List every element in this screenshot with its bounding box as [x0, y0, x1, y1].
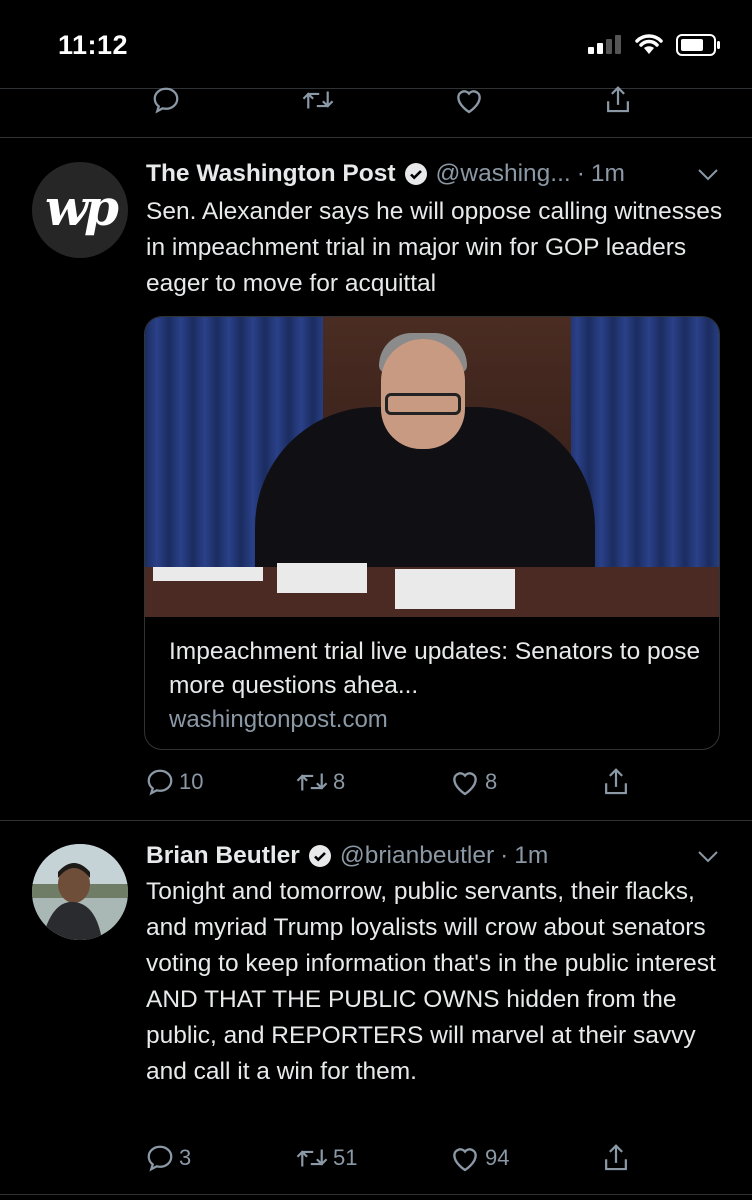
reply-button[interactable]: 10: [145, 762, 203, 802]
verified-icon: [404, 163, 427, 185]
tweet-time: 1m: [514, 842, 549, 869]
retweet-button[interactable]: 51: [295, 1138, 357, 1178]
reply-icon: [147, 769, 173, 796]
tweet-header: The Washington Post @washing... · 1m: [146, 157, 625, 191]
retweet-button[interactable]: [301, 80, 335, 120]
like-button[interactable]: 94: [449, 1138, 509, 1178]
previous-tweet-actions: [145, 80, 645, 120]
like-button[interactable]: 8: [449, 762, 497, 802]
share-icon: [605, 1144, 627, 1171]
battery-icon: [676, 34, 720, 56]
chevron-down-icon[interactable]: [696, 166, 720, 182]
avatar[interactable]: [32, 844, 128, 940]
share-icon: [605, 768, 627, 795]
reply-icon: [147, 1145, 173, 1172]
link-card[interactable]: Impeachment trial live updates: Senators…: [144, 316, 720, 750]
share-button[interactable]: [603, 80, 633, 120]
reply-icon: [153, 87, 179, 114]
author-name[interactable]: The Washington Post: [146, 160, 396, 188]
retweet-icon: [302, 91, 334, 109]
avatar[interactable]: wp: [32, 162, 128, 258]
retweet-count: 51: [333, 1145, 358, 1170]
author-name[interactable]: Brian Beutler: [146, 842, 300, 870]
retweet-icon: [296, 1149, 328, 1167]
avatar-photo: [32, 844, 128, 940]
reply-count: 3: [179, 1145, 192, 1170]
card-body: Impeachment trial live updates: Senators…: [169, 635, 709, 737]
reply-button[interactable]: [151, 80, 181, 120]
signal-icon: [588, 35, 621, 54]
status-time: 11:12: [58, 30, 129, 60]
like-count: 94: [485, 1145, 510, 1170]
retweet-icon: [296, 773, 328, 791]
washington-post-logo: wp: [44, 177, 119, 237]
wifi-icon: [635, 34, 663, 54]
like-icon: [453, 772, 477, 796]
share-button[interactable]: [601, 762, 631, 802]
reply-count: 10: [179, 769, 204, 794]
tweet-text: Sen. Alexander says he will oppose calli…: [146, 198, 723, 297]
divider: [0, 137, 752, 138]
like-icon: [457, 90, 481, 114]
status-bar: 11:12: [0, 0, 752, 88]
tweet-actions: 10 8 8: [145, 762, 645, 802]
reply-button[interactable]: 3: [145, 1138, 191, 1178]
divider: [0, 820, 752, 821]
separator-dot: ·: [500, 842, 509, 869]
like-count: 8: [485, 769, 498, 794]
tweet-time: 1m: [590, 160, 625, 187]
chevron-down-icon[interactable]: [696, 848, 720, 864]
author-handle[interactable]: @washing...: [436, 160, 571, 188]
tweet-header: Brian Beutler @brianbeutler · 1m: [146, 839, 548, 873]
tweet-actions: 3 51 94: [145, 1138, 645, 1178]
card-domain: washingtonpost.com: [169, 706, 388, 733]
retweet-button[interactable]: 8: [295, 762, 345, 802]
card-title: Impeachment trial live updates: Senators…: [169, 638, 701, 699]
verified-icon: [308, 845, 331, 867]
share-icon: [607, 86, 629, 113]
divider: [0, 1194, 752, 1195]
separator-dot: ·: [576, 160, 585, 187]
author-handle[interactable]: @brianbeutler: [340, 842, 494, 870]
share-button[interactable]: [601, 1138, 631, 1178]
retweet-count: 8: [333, 769, 346, 794]
like-button[interactable]: [453, 80, 485, 120]
like-icon: [453, 1148, 477, 1172]
tweet-text: Tonight and tomorrow, public servants, t…: [146, 878, 716, 1085]
card-image: [145, 317, 719, 617]
